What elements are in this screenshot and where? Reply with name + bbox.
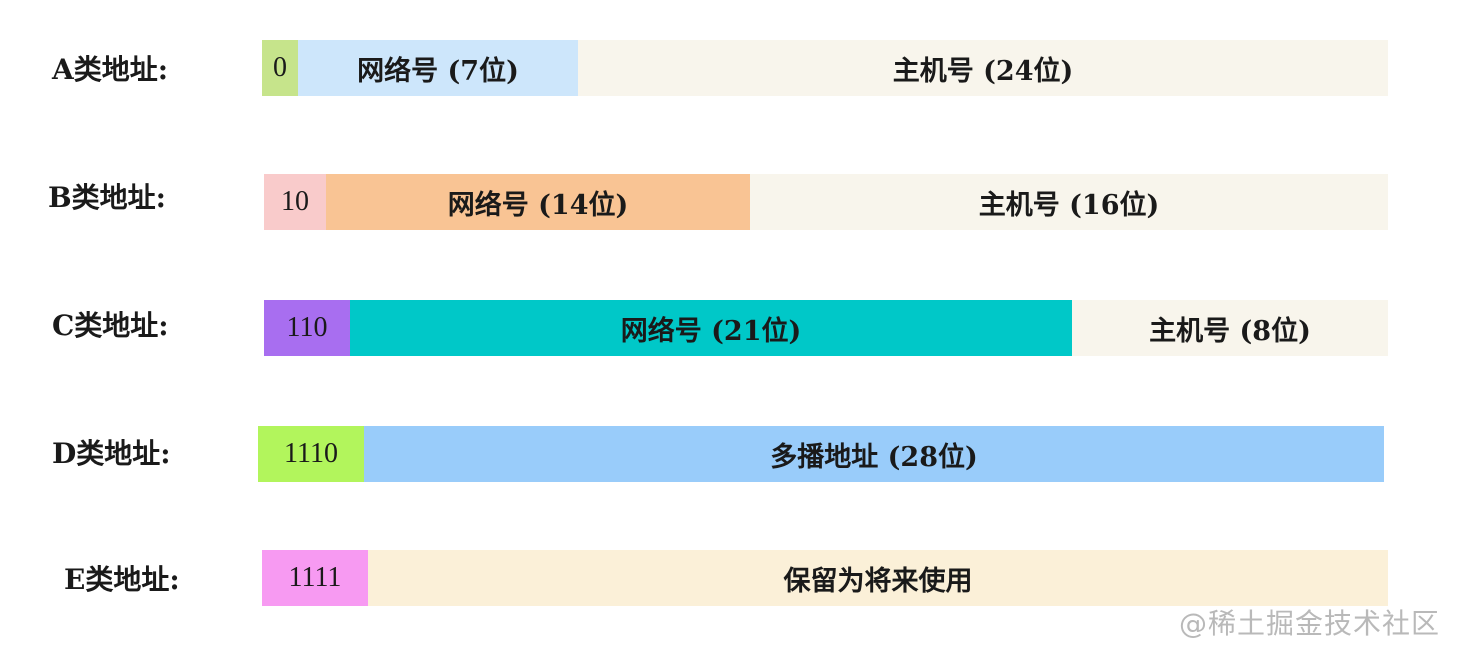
segment-network-b: 网络号 (14位) bbox=[326, 174, 750, 230]
segment-reserved-e: 保留为将来使用 bbox=[368, 550, 1388, 606]
bar-class-a: 0 网络号 (7位) 主机号 (24位) bbox=[262, 40, 1388, 96]
segment-prefix-d: 1110 bbox=[258, 426, 364, 482]
segment-prefix-e: 1111 bbox=[262, 550, 368, 606]
bar-class-c: 110 网络号 (21位) 主机号 (8位) bbox=[264, 300, 1388, 356]
segment-multicast-d: 多播地址 (28位) bbox=[364, 426, 1384, 482]
watermark: @稀土掘金技术社区 bbox=[1178, 607, 1440, 640]
bar-class-e: 1111 保留为将来使用 bbox=[262, 550, 1388, 606]
segment-prefix-a: 0 bbox=[262, 40, 298, 96]
segment-network-c: 网络号 (21位) bbox=[350, 300, 1072, 356]
segment-prefix-c: 110 bbox=[264, 300, 350, 356]
bar-class-b: 10 网络号 (14位) 主机号 (16位) bbox=[264, 174, 1388, 230]
row-label-c: C类地址: bbox=[52, 309, 169, 342]
segment-host-a: 主机号 (24位) bbox=[578, 40, 1388, 96]
bar-class-d: 1110 多播地址 (28位) bbox=[258, 426, 1384, 482]
segment-host-b: 主机号 (16位) bbox=[750, 174, 1388, 230]
row-label-e: E类地址: bbox=[64, 563, 180, 596]
row-label-b: B类地址: bbox=[48, 181, 167, 214]
segment-prefix-b: 10 bbox=[264, 174, 326, 230]
segment-host-c: 主机号 (8位) bbox=[1072, 300, 1388, 356]
segment-network-a: 网络号 (7位) bbox=[298, 40, 578, 96]
row-label-a: A类地址: bbox=[52, 53, 169, 86]
row-label-d: D类地址: bbox=[52, 437, 171, 470]
